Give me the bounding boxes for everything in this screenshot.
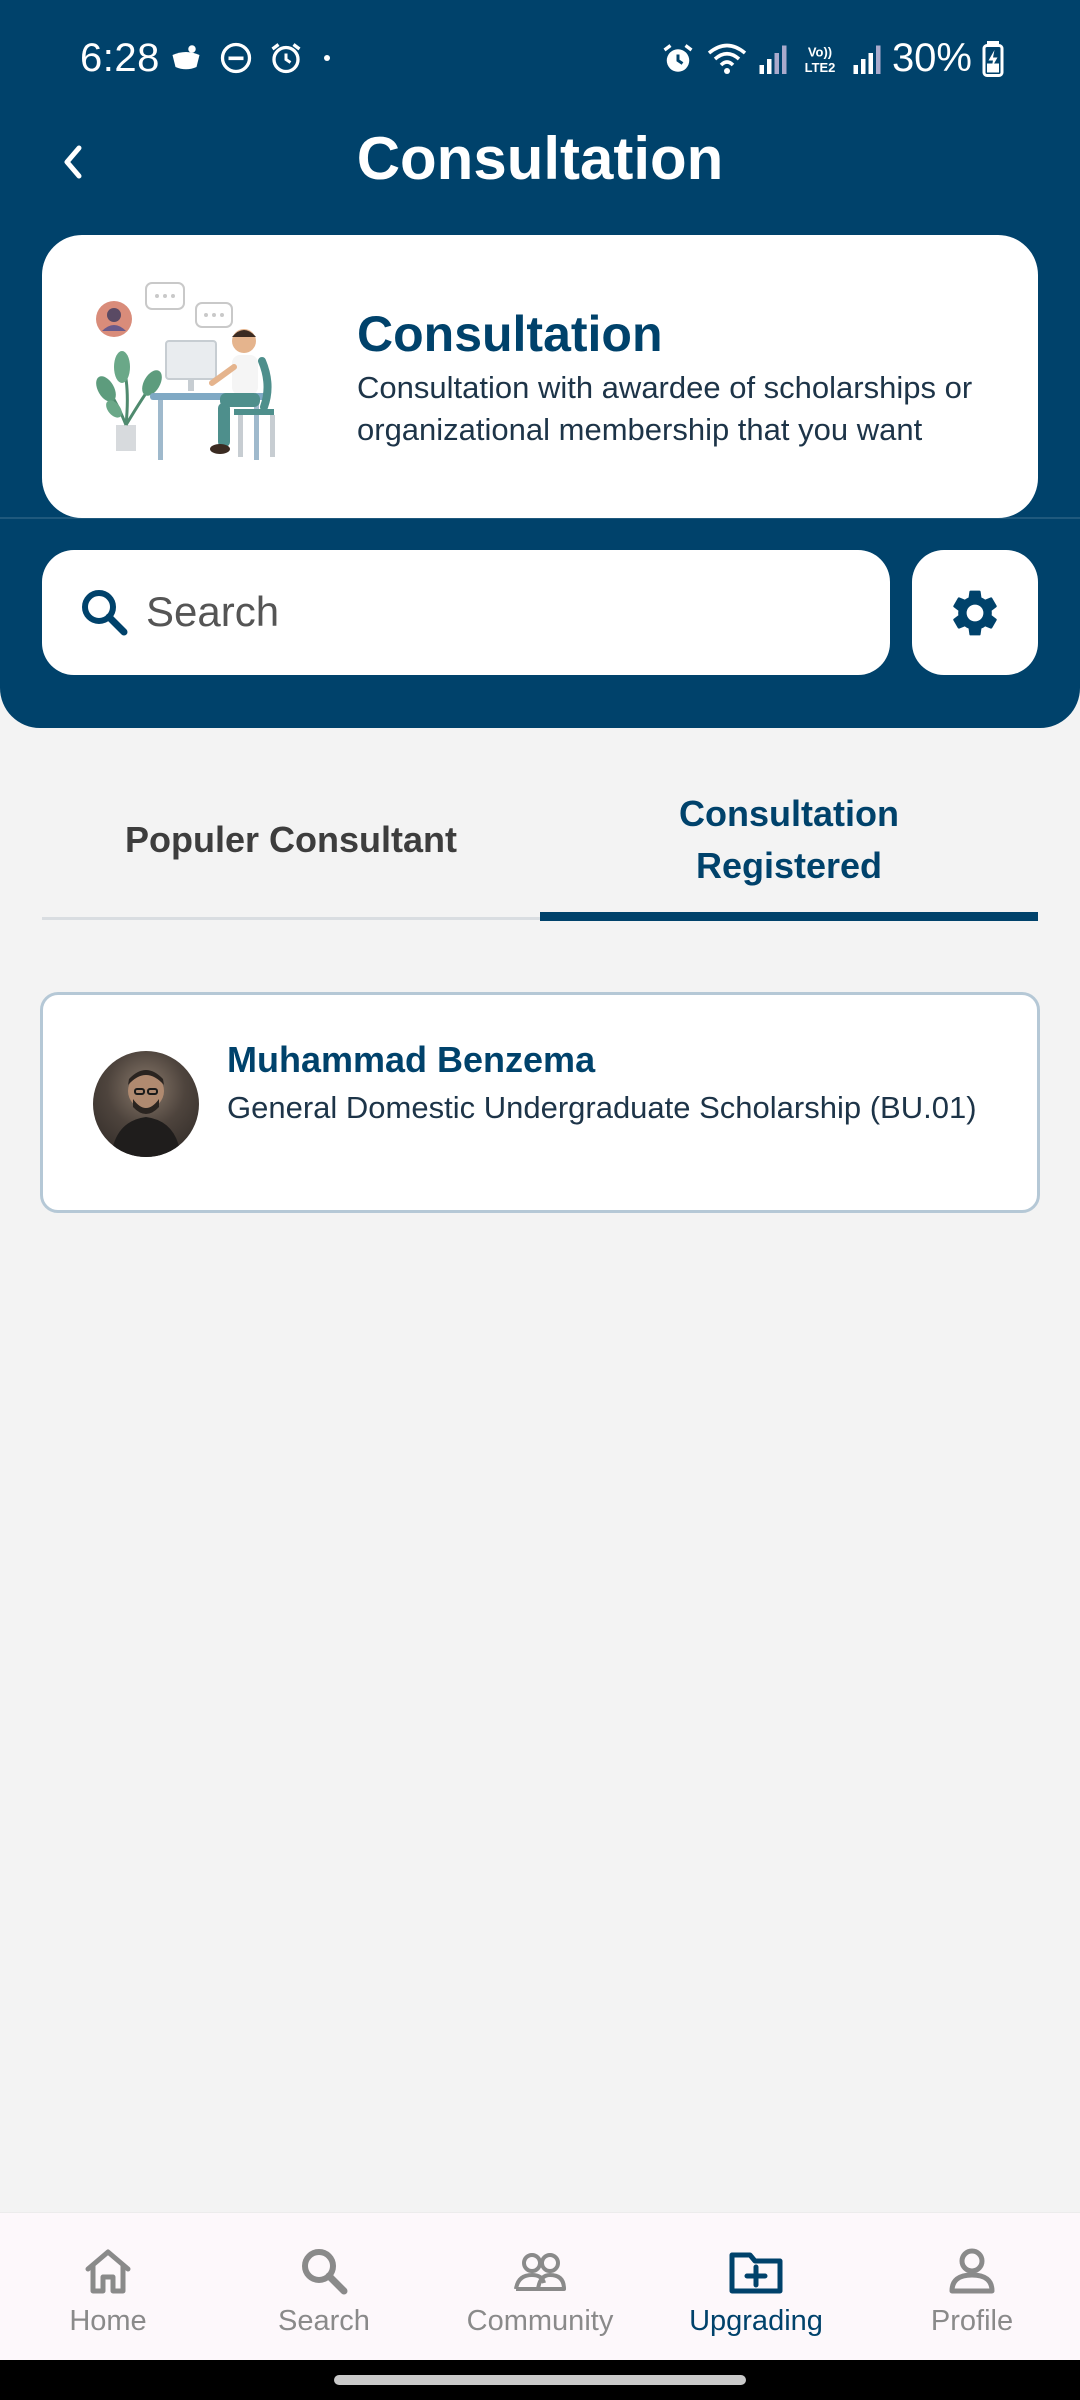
gear-icon bbox=[953, 590, 997, 635]
svg-text:LTE2: LTE2 bbox=[805, 59, 836, 74]
nav-label: Profile bbox=[930, 2305, 1014, 2337]
consultation-illustration bbox=[96, 282, 275, 460]
consultation-banner: Consultation Consultation with awardee o… bbox=[42, 235, 1038, 518]
header: 6:28 Vo)) LTE2 30% Consultation Consulta… bbox=[0, 0, 1080, 728]
signal-icon bbox=[853, 45, 881, 74]
notification-app-icon bbox=[172, 45, 200, 70]
consultation-tabs: Populer Consultant Consultation Register… bbox=[42, 760, 1038, 921]
volte-icon: Vo))LTE2 bbox=[805, 44, 836, 75]
nav-home[interactable]: Home bbox=[0, 2213, 216, 2361]
nav-search[interactable]: Search bbox=[216, 2213, 432, 2361]
bottom-navigation: Home Search Community Upgrading Profile bbox=[0, 2212, 1080, 2360]
consultant-name: Muhammad Benzema bbox=[227, 1039, 596, 1080]
system-navigation-bar bbox=[0, 2360, 1080, 2400]
status-right: Vo)) LTE2 30% bbox=[660, 36, 1004, 81]
folder-plus-icon bbox=[729, 2252, 783, 2294]
status-time: 6:28 bbox=[80, 36, 160, 80]
nav-upgrading[interactable]: Upgrading bbox=[648, 2213, 864, 2361]
nav-label: Community bbox=[466, 2305, 614, 2337]
banner-title: Consultation bbox=[357, 306, 663, 362]
profile-icon bbox=[949, 2248, 995, 2294]
home-icon bbox=[85, 2249, 131, 2294]
consultation-card[interactable]: Muhammad Benzema General Domestic Underg… bbox=[40, 992, 1040, 1213]
nav-profile[interactable]: Profile bbox=[864, 2213, 1080, 2361]
do-not-disturb-icon bbox=[220, 42, 252, 74]
tab-consultation-registered[interactable]: Consultation Registered bbox=[540, 760, 1038, 920]
search-input[interactable] bbox=[146, 580, 846, 644]
gesture-handle[interactable] bbox=[334, 2375, 746, 2385]
signal-icon bbox=[759, 45, 787, 74]
status-bar: 6:28 Vo)) LTE2 30% bbox=[0, 0, 1080, 120]
person-photo-icon bbox=[111, 1070, 181, 1157]
dot-icon bbox=[324, 55, 330, 61]
nav-label: Upgrading bbox=[689, 2305, 823, 2337]
active-tab-indicator bbox=[540, 912, 1038, 921]
scholarship-program: General Domestic Undergraduate Scholarsh… bbox=[227, 1090, 977, 1125]
battery-icon bbox=[982, 40, 1004, 77]
nav-community[interactable]: Community bbox=[432, 2213, 648, 2361]
nav-label: Search bbox=[278, 2305, 370, 2337]
page-title: Consultation bbox=[356, 125, 724, 192]
search-icon bbox=[82, 590, 128, 636]
tab-popular-consultant[interactable]: Populer Consultant bbox=[42, 760, 540, 920]
filter-settings-button[interactable] bbox=[912, 550, 1038, 675]
wifi-icon bbox=[707, 43, 747, 74]
banner-description: Consultation with awardee of scholarship… bbox=[357, 370, 973, 447]
status-left-icons bbox=[168, 40, 336, 76]
alarm-icon bbox=[663, 43, 693, 72]
search-icon bbox=[302, 2249, 348, 2295]
search-bar[interactable] bbox=[42, 550, 890, 675]
tab-label: Consultation Registered bbox=[679, 793, 899, 886]
svg-text:Vo)): Vo)) bbox=[808, 44, 832, 59]
nav-label: Home bbox=[69, 2305, 147, 2337]
alarm-icon bbox=[271, 43, 301, 74]
community-icon bbox=[514, 2253, 566, 2291]
avatar bbox=[93, 1051, 199, 1157]
battery-percentage: 30% bbox=[891, 36, 972, 80]
